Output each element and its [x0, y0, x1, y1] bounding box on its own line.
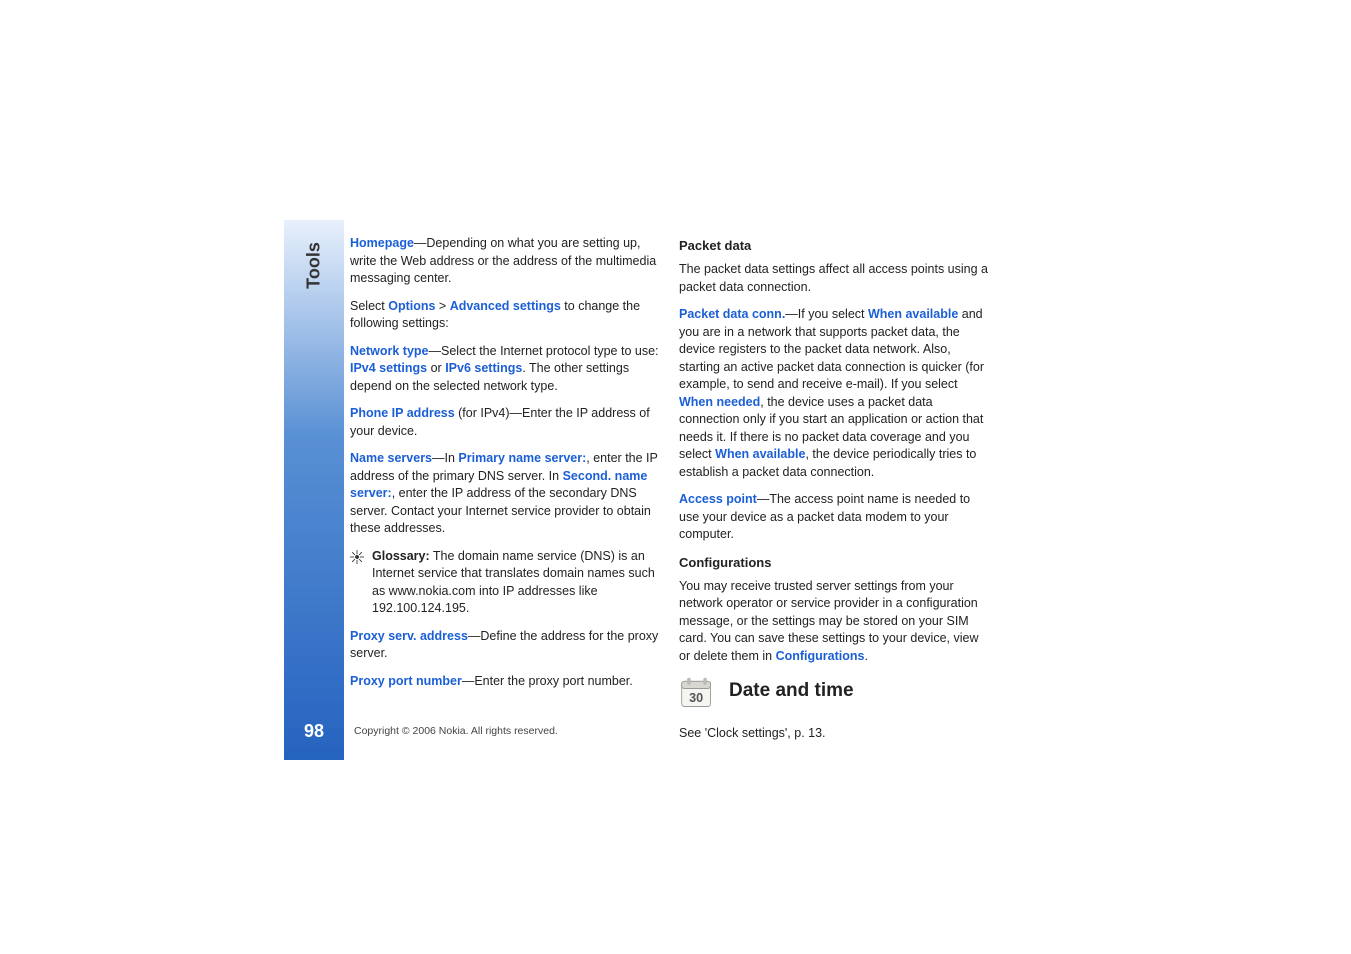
packet-data-heading: Packet data: [679, 237, 990, 255]
proxy-port-text: —Enter the proxy port number.: [462, 674, 633, 688]
access-point-label: Access point: [679, 492, 757, 506]
packet-intro: The packet data settings affect all acce…: [679, 261, 990, 296]
when-available-2: When available: [715, 447, 805, 461]
glossary-text-wrap: Glossary: The domain name service (DNS) …: [372, 548, 661, 618]
when-available-1: When available: [868, 307, 958, 321]
network-type-text1: —Select the Internet protocol type to us…: [429, 344, 659, 358]
homepage-para: Homepage—Depending on what you are setti…: [350, 235, 661, 288]
name-servers-para: Name servers—In Primary name server: , en…: [350, 450, 661, 538]
name-servers-label: Name servers: [350, 451, 432, 465]
copyright-footer: Copyright © 2006 Nokia. All rights reser…: [354, 725, 558, 737]
ipv4-label: IPv4 settings: [350, 361, 427, 375]
config-label: Configurations: [776, 649, 865, 663]
config-para: You may receive trusted server settings …: [679, 578, 990, 666]
ns-text1: —In: [432, 451, 458, 465]
network-type-label: Network type: [350, 344, 429, 358]
glossary-block: Glossary: The domain name service (DNS) …: [350, 548, 661, 618]
phone-ip-label: Phone IP address: [350, 406, 455, 420]
left-column: Homepage—Depending on what you are setti…: [350, 235, 661, 753]
ns-text3: , enter the IP address of the secondary …: [350, 486, 651, 535]
select-para: Select Options > Advanced settings to ch…: [350, 298, 661, 333]
or-text: or: [427, 361, 445, 375]
gt-sep: >: [435, 299, 449, 313]
proxy-addr-label: Proxy serv. address: [350, 629, 468, 643]
pdc-label: Packet data conn.: [679, 307, 785, 321]
network-type-para: Network type—Select the Internet protoco…: [350, 343, 661, 396]
select-prefix: Select: [350, 299, 388, 313]
config-heading: Configurations: [679, 554, 990, 572]
tip-icon: [350, 550, 364, 564]
pdc-text1: —If you select: [785, 307, 868, 321]
see-clock: See 'Clock settings', p. 13.: [679, 725, 990, 743]
primary-label: Primary name server:: [458, 451, 586, 465]
config-period: .: [864, 649, 867, 663]
ipv6-label: IPv6 settings: [445, 361, 522, 375]
proxy-addr-para: Proxy serv. address—Define the address f…: [350, 628, 661, 663]
advanced-label: Advanced settings: [450, 299, 561, 313]
options-label: Options: [388, 299, 435, 313]
phone-ip-para: Phone IP address (for IPv4)—Enter the IP…: [350, 405, 661, 440]
homepage-label: Homepage: [350, 236, 414, 250]
date-time-heading: Date and time: [729, 678, 854, 705]
content-area: Homepage—Depending on what you are setti…: [350, 235, 990, 753]
right-column: Packet data The packet data settings aff…: [679, 235, 990, 753]
calendar-number: 30: [689, 691, 703, 705]
pdc-para: Packet data conn.—If you select When ava…: [679, 306, 990, 481]
proxy-port-label: Proxy port number: [350, 674, 462, 688]
proxy-port-para: Proxy port number—Enter the proxy port n…: [350, 673, 661, 691]
calendar-icon: 30: [679, 675, 715, 711]
sidebar: Tools 98: [284, 220, 344, 760]
section-label: Tools: [304, 242, 325, 289]
glossary-label: Glossary:: [372, 549, 430, 563]
date-time-row: 30 Date and time: [679, 675, 990, 711]
access-point-para: Access point—The access point name is ne…: [679, 491, 990, 544]
when-needed: When needed: [679, 395, 760, 409]
page-number: 98: [304, 721, 324, 742]
